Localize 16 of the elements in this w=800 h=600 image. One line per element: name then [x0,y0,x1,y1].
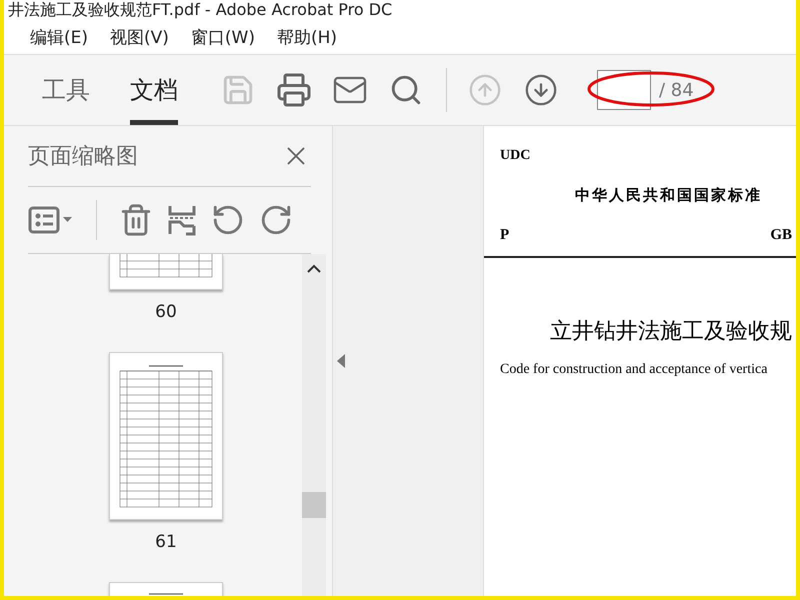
menu-item[interactable]: 视图(V) [110,26,169,48]
document-heading: 中华人民共和国国家标准 [575,186,763,205]
menu-item[interactable]: 编辑(E) [30,26,88,48]
document-title: 立井钻井法施工及验收规 [550,318,793,346]
tab[interactable]: 工具 [42,55,90,125]
document-text: UDC [500,148,532,164]
document-subtitle: Code for construction and acceptance of vertica [500,362,768,378]
menu-item[interactable]: 窗口(W) [190,26,255,48]
document-text: P [500,227,510,244]
window-title: 井法施工及验收规范FT.pdf - Adobe Acrobat Pro DC [8,0,392,20]
document-text: GB [770,227,792,244]
panel-title: 页面缩略图 [28,143,138,171]
page-number: 61 [155,532,177,552]
page-number: 60 [155,302,177,322]
menu-item[interactable]: 帮助(H) [277,26,338,48]
page-total: / 84 [659,80,694,100]
